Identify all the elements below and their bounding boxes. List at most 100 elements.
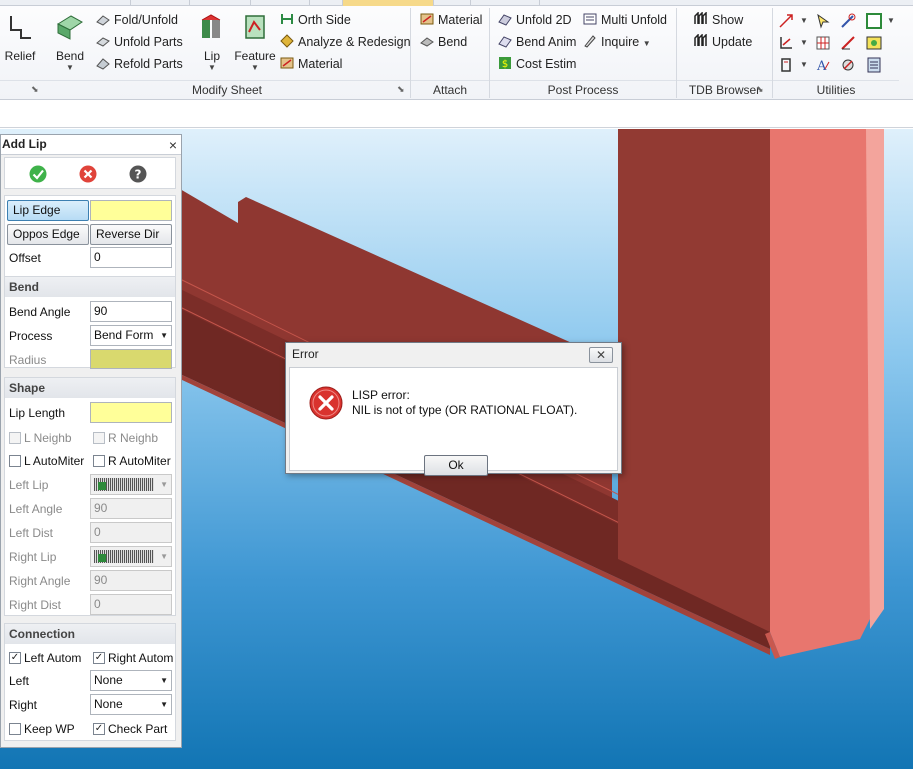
error-dialog-title: Error	[292, 347, 319, 361]
update-button[interactable]: Update	[694, 33, 752, 53]
measure-icon[interactable]	[840, 35, 856, 51]
close-icon[interactable]: ✕	[589, 347, 613, 363]
show-icon	[694, 12, 707, 24]
unfold-parts-label: Unfold Parts	[114, 35, 183, 49]
oppos-edge-button[interactable]: Oppos Edge	[7, 224, 89, 245]
chevron-down-icon[interactable]: ▼	[800, 38, 808, 47]
right-dist-field[interactable]: 0	[90, 594, 172, 615]
chevron-down-icon[interactable]: ▼	[800, 16, 808, 25]
ribbon-tab-active[interactable]	[342, 0, 434, 6]
cost-estim-button[interactable]: $ Cost Estim	[498, 55, 576, 75]
unfold-2d-button[interactable]: Unfold 2D	[498, 11, 572, 31]
chevron-down-icon[interactable]: ▼	[887, 16, 895, 25]
ok-check-icon[interactable]	[29, 165, 47, 183]
l-neighb-checkbox[interactable]	[9, 432, 21, 444]
refold-parts-button[interactable]: Refold Parts	[96, 55, 183, 75]
left-conn-select[interactable]: None ▼	[90, 670, 172, 691]
settings-icon[interactable]	[840, 57, 856, 73]
font-icon[interactable]: A	[815, 57, 831, 73]
dialog-launcher-icon[interactable]: ⬊	[397, 84, 407, 94]
keep-wp-label: Keep WP	[24, 722, 75, 736]
r-neighb-checkbox[interactable]	[93, 432, 105, 444]
unfold-parts-button[interactable]: Unfold Parts	[96, 33, 183, 53]
refold-parts-icon	[96, 58, 110, 70]
ribbon-tab[interactable]	[250, 0, 310, 6]
dialog-launcher-icon[interactable]: ⬊	[756, 84, 766, 94]
right-conn-value: None	[94, 697, 123, 711]
left-lip-label: Left Lip	[9, 478, 49, 492]
left-angle-field[interactable]: 90	[90, 498, 172, 519]
left-lip-select[interactable]: ▼	[90, 474, 172, 495]
analyze-redesign-label: Analyze & Redesign	[298, 35, 411, 49]
multi-unfold-button[interactable]: Multi Unfold	[583, 11, 667, 31]
r-autominer-checkbox[interactable]	[93, 455, 105, 467]
grid-icon[interactable]	[815, 35, 831, 51]
radius-label: Radius	[9, 353, 47, 367]
unfold-2d-label: Unfold 2D	[516, 13, 572, 27]
orth-side-button[interactable]: Orth Side	[280, 11, 351, 31]
check-part-checkbox[interactable]: ✓	[93, 723, 105, 735]
refold-parts-label: Refold Parts	[114, 57, 183, 71]
chevron-down-icon[interactable]: ▼	[800, 60, 808, 69]
svg-text:?: ?	[135, 168, 142, 182]
reverse-dir-button[interactable]: Reverse Dir	[90, 224, 172, 245]
ribbon: Relief Bend ▼ Fold/Unfold Unfold Parts R…	[0, 0, 913, 100]
keep-wp-checkbox[interactable]	[9, 723, 21, 735]
attach-material-button[interactable]: Material	[420, 11, 482, 31]
analyze-redesign-button[interactable]: Analyze & Redesign	[280, 33, 411, 53]
command-bar	[0, 100, 913, 128]
right-autom-checkbox[interactable]: ✓	[93, 652, 105, 664]
relief-button[interactable]: Relief	[2, 12, 38, 63]
bend-section-header: Bend	[5, 277, 175, 297]
material-label: Material	[298, 57, 343, 71]
offset-field[interactable]: 0	[90, 247, 172, 268]
attach-bend-button[interactable]: Bend	[420, 33, 467, 53]
ribbon-tab[interactable]	[130, 0, 190, 6]
close-icon[interactable]: ×	[169, 136, 177, 155]
group-label-utilities: Utilities	[773, 80, 899, 99]
inquire-button[interactable]: Inquire ▼	[583, 33, 651, 53]
r-neighb-label: R Neighb	[108, 431, 159, 445]
bracket-icon[interactable]	[778, 57, 794, 73]
right-conn-select[interactable]: None ▼	[90, 694, 172, 715]
ok-button[interactable]: Ok	[424, 455, 488, 476]
process-select[interactable]: Bend Form ▼	[90, 325, 172, 346]
tools-icon[interactable]	[840, 13, 856, 29]
radius-field[interactable]	[90, 349, 172, 369]
right-dist-label: Right Dist	[9, 598, 62, 612]
layers-icon[interactable]	[866, 35, 882, 51]
left-autom-checkbox[interactable]: ✓	[9, 652, 21, 664]
bend-angle-field[interactable]: 90	[90, 301, 172, 322]
group-label-post-process: Post Process	[490, 80, 676, 99]
error-message-line2: NIL is not of type (OR RATIONAL FLOAT).	[352, 403, 578, 417]
lip-button[interactable]: Lip ▼	[196, 12, 228, 72]
lip-length-field[interactable]	[90, 402, 172, 423]
show-button[interactable]: Show	[694, 11, 743, 31]
cancel-icon[interactable]	[79, 165, 97, 183]
l-autominer-checkbox[interactable]	[9, 455, 21, 467]
bend-label: Bend	[55, 49, 85, 63]
bend-anim-button[interactable]: Bend Anim	[498, 33, 576, 53]
ribbon-tab[interactable]	[470, 0, 540, 6]
dialog-launcher-icon[interactable]: ⬊	[31, 84, 41, 94]
material-button[interactable]: Material	[280, 55, 342, 75]
cursor-icon[interactable]	[815, 13, 831, 29]
fold-unfold-button[interactable]: Fold/Unfold	[96, 11, 178, 31]
bend-button[interactable]: Bend ▼	[52, 12, 88, 72]
arrow-icon[interactable]	[778, 13, 794, 29]
lip-edge-field[interactable]	[90, 200, 172, 221]
corner-arrow-icon[interactable]	[778, 35, 794, 51]
lip-edge-button[interactable]: Lip Edge	[7, 200, 89, 221]
calculator-icon[interactable]	[866, 57, 882, 73]
feature-button[interactable]: Feature ▼	[234, 12, 276, 72]
bend-anim-label: Bend Anim	[516, 35, 577, 49]
right-lip-select[interactable]: ▼	[90, 546, 172, 567]
help-icon[interactable]: ?	[129, 165, 147, 183]
multi-unfold-icon	[583, 13, 597, 25]
right-angle-field[interactable]: 90	[90, 570, 172, 591]
cost-estim-icon: $	[499, 57, 511, 70]
square-icon[interactable]	[866, 13, 882, 29]
chevron-down-icon: ▼	[160, 700, 168, 709]
chevron-down-icon: ▼	[160, 331, 168, 340]
left-dist-field[interactable]: 0	[90, 522, 172, 543]
